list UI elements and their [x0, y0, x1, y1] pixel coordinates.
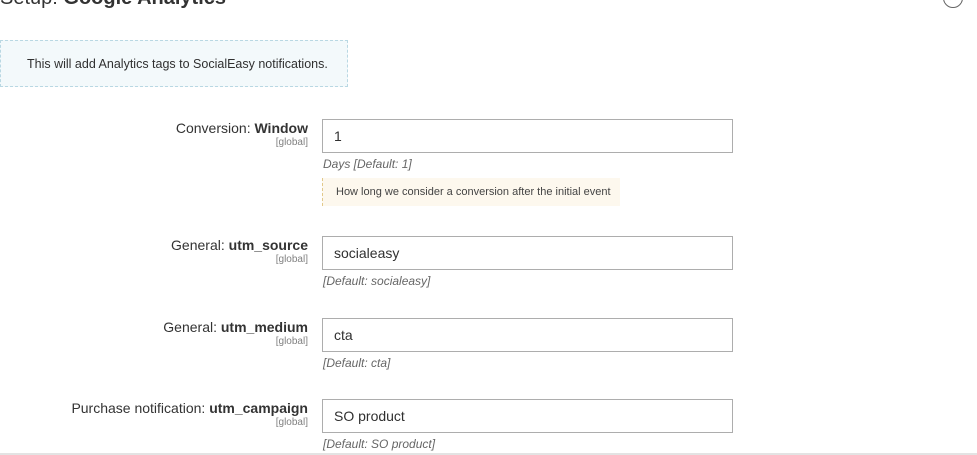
utm-medium-input[interactable] [322, 318, 733, 352]
field-note: [Default: SO product] [323, 437, 436, 451]
conversion-window-input[interactable] [322, 119, 733, 153]
setup-modal: Setup: Google Analytics ✕ This will add … [0, 0, 977, 455]
scope-label: [global] [275, 417, 308, 428]
label-name: Window [254, 120, 308, 136]
title-name: Google Analytics [63, 0, 226, 9]
field-label: Purchase notification: utm_campaign [glo… [71, 399, 308, 429]
utm-source-input[interactable] [322, 236, 733, 270]
field-label: General: utm_source [global] [171, 236, 308, 266]
field-label: General: utm_medium [global] [163, 318, 308, 348]
label-name: utm_medium [220, 319, 308, 335]
label-prefix: Conversion: [175, 120, 251, 136]
field-note: [Default: socialeasy] [323, 274, 431, 288]
field-note: Days [Default: 1] [323, 157, 412, 171]
label-prefix: General: [163, 319, 217, 335]
scope-label: [global] [275, 137, 308, 148]
label-name: utm_source [228, 237, 308, 253]
scope-label: [global] [275, 254, 308, 265]
field-tooltip: How long we consider a conversion after … [322, 178, 620, 206]
label-prefix: Purchase notification: [71, 400, 206, 416]
scope-label: [global] [275, 336, 308, 347]
modal-title: Setup: Google Analytics [0, 0, 226, 10]
info-notice: This will add Analytics tags to SocialEa… [0, 40, 348, 87]
label-name: utm_campaign [209, 400, 308, 416]
utm-campaign-input[interactable] [322, 399, 733, 433]
label-prefix: General: [171, 237, 225, 253]
field-label: Conversion: Window [global] [176, 119, 308, 149]
title-prefix: Setup: [0, 0, 58, 9]
close-icon[interactable]: ✕ [943, 0, 963, 8]
field-note: [Default: cta] [323, 356, 391, 370]
